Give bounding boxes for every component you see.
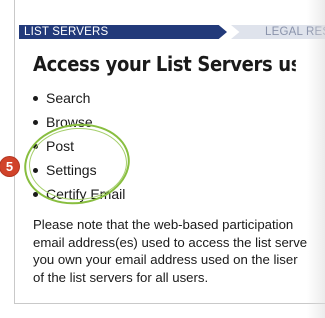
step-number-badge: 5 (0, 157, 19, 176)
note-line: of the list servers for all users. (33, 269, 209, 285)
participation-note: Please note that the web-based participa… (33, 216, 325, 286)
list-item-search[interactable]: Search (33, 86, 125, 110)
tab-legal-resources[interactable]: LEGAL RESO (231, 25, 325, 39)
bullet-icon (33, 119, 38, 125)
note-line: you own your email address used on the l… (33, 252, 298, 267)
tab-list-servers[interactable]: LIST SERVERS (19, 25, 227, 39)
bullet-icon (33, 95, 38, 101)
tab-bar: LIST SERVERS LEGAL RESO (19, 25, 325, 39)
note-line: email address(es) used to access the lis… (33, 234, 308, 250)
note-line: Please note that the web-based participa… (33, 217, 294, 232)
option-label: Search (46, 90, 91, 106)
page-heading: Access your List Servers using the (33, 52, 296, 76)
